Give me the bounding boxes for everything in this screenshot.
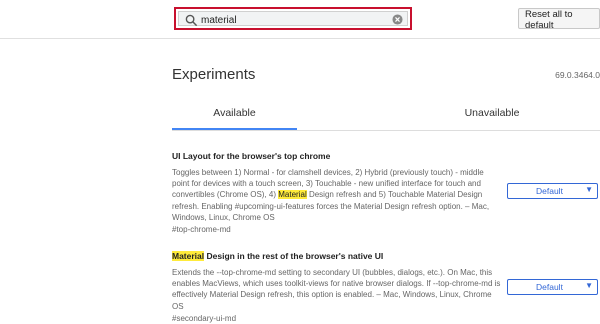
- search-icon: [185, 14, 198, 27]
- search-highlight: Material: [172, 251, 205, 261]
- select-value: Default: [536, 186, 563, 196]
- experiment-state-select[interactable]: Default ▼: [507, 183, 598, 199]
- search-highlight: Material: [278, 190, 307, 200]
- experiment-item: Material Design in the rest of the brows…: [172, 250, 502, 324]
- search-field-container: [178, 11, 408, 28]
- top-toolbar: Reset all to default: [0, 0, 600, 39]
- select-value: Default: [536, 282, 563, 292]
- reset-all-button[interactable]: Reset all to default: [518, 8, 600, 31]
- experiment-title: Material Design in the rest of the brows…: [172, 250, 502, 262]
- experiment-description: Toggles between 1) Normal - for clamshel…: [172, 167, 502, 223]
- experiment-state-select[interactable]: Default ▼: [507, 279, 598, 295]
- version-label: 69.0.3464.0: [555, 70, 600, 80]
- title-text: Design in the rest of the browser's nati…: [204, 251, 384, 261]
- chevron-down-icon: ▼: [585, 281, 593, 290]
- clear-search-icon[interactable]: [392, 14, 403, 25]
- tab-available[interactable]: Available: [172, 100, 297, 130]
- experiment-link[interactable]: #secondary-ui-md: [172, 313, 502, 324]
- experiment-item: UI Layout for the browser's top chrome T…: [172, 150, 502, 235]
- tab-bar: Available Unavailable: [172, 100, 600, 131]
- page-title: Experiments: [172, 66, 256, 83]
- chevron-down-icon: ▼: [585, 185, 593, 194]
- tab-unavailable[interactable]: Unavailable: [407, 100, 577, 128]
- experiment-title: UI Layout for the browser's top chrome: [172, 151, 331, 161]
- search-box[interactable]: [174, 7, 412, 30]
- experiment-link[interactable]: #top-chrome-md: [172, 224, 502, 235]
- experiment-description: Extends the --top-chrome-md setting to s…: [172, 268, 501, 311]
- search-input[interactable]: [201, 13, 381, 28]
